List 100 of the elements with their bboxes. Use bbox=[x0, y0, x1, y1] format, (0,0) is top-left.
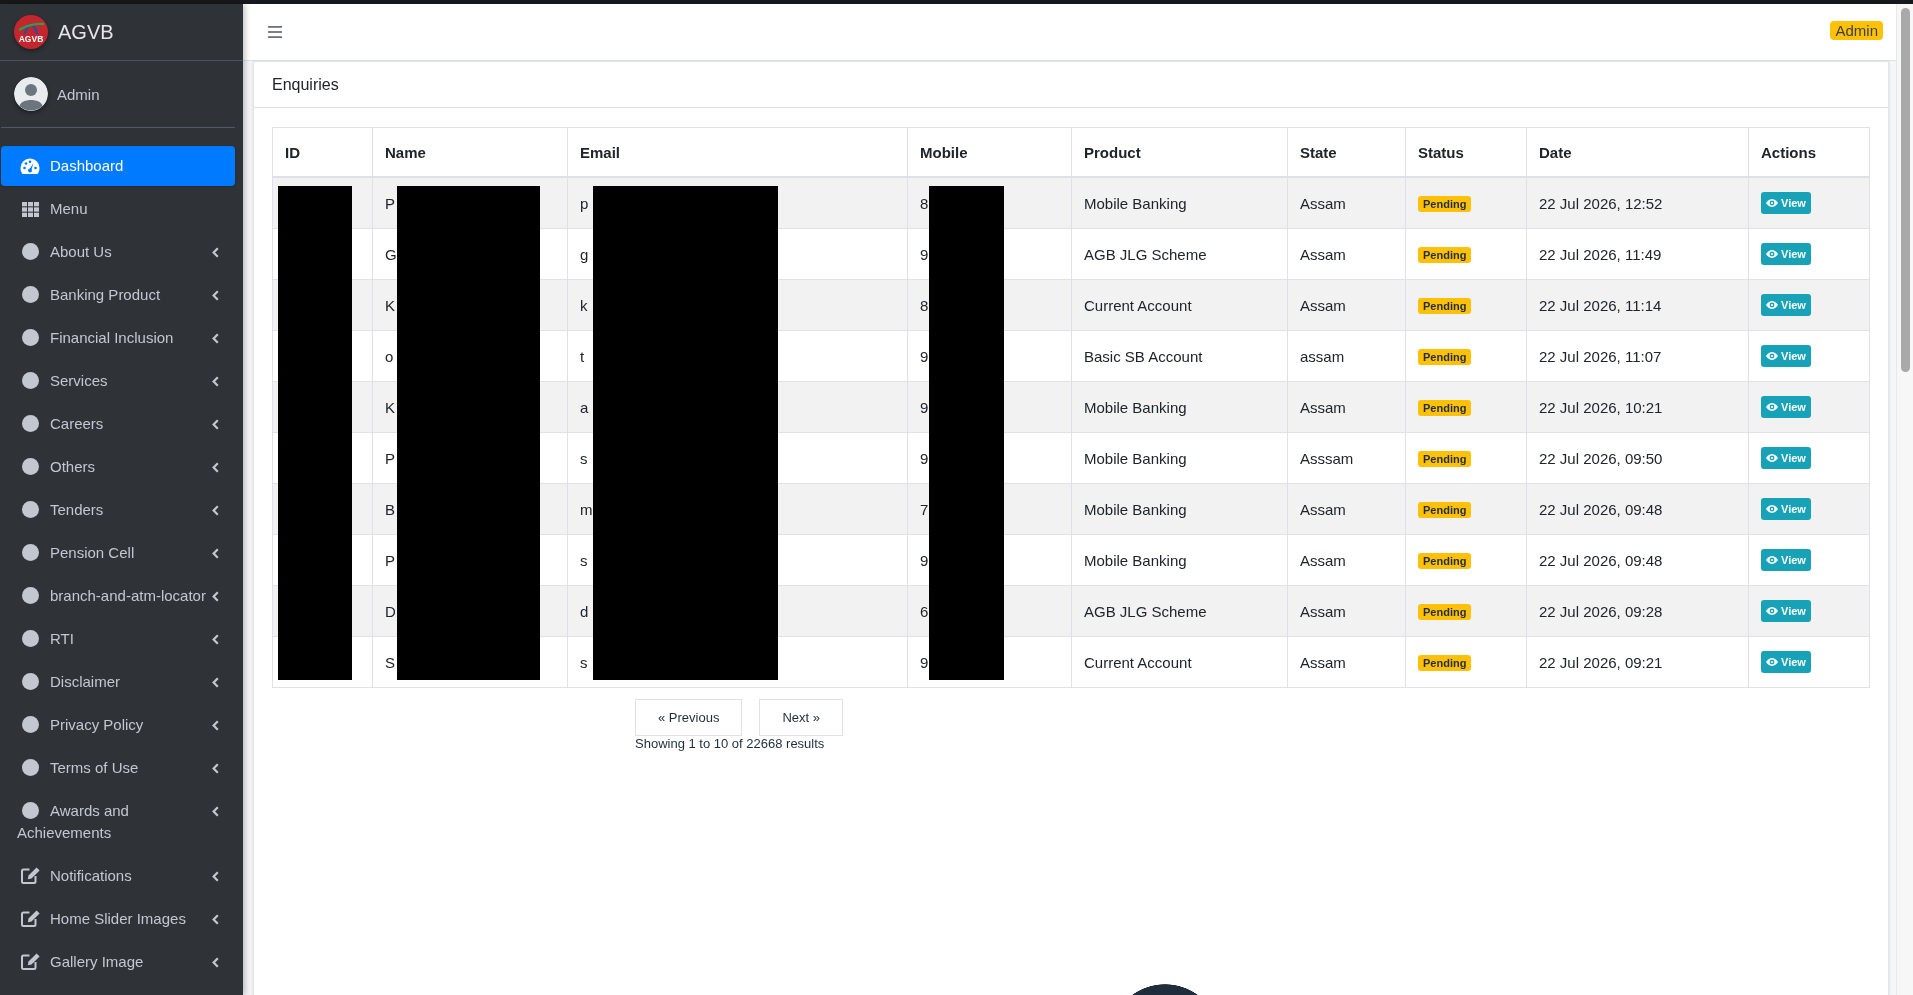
state-text: Assam bbox=[1300, 551, 1346, 569]
circle-icon bbox=[21, 458, 39, 475]
previous-button[interactable]: « Previous bbox=[635, 699, 743, 736]
eye-icon bbox=[1766, 352, 1778, 360]
date-text: 22 Jul 2026, 12:52 bbox=[1539, 194, 1663, 212]
mobile-text: 9 bbox=[920, 347, 929, 365]
edit-icon bbox=[20, 953, 40, 970]
email-text: p bbox=[580, 194, 589, 212]
product-text: AGB JLG Scheme bbox=[1084, 602, 1207, 620]
sidebar-item[interactable]: Gallery Image bbox=[1, 942, 235, 982]
sidebar-item[interactable]: Pension Cell bbox=[1, 533, 235, 573]
sidebar-item[interactable]: RTI bbox=[1, 619, 235, 659]
status-badge: Pending bbox=[1418, 400, 1472, 416]
edit-icon bbox=[20, 867, 40, 884]
state-text: Asssam bbox=[1300, 449, 1354, 467]
status-badge: Pending bbox=[1418, 247, 1472, 263]
circle-icon bbox=[21, 415, 39, 432]
user-name: Admin bbox=[57, 85, 100, 103]
scrollbar-thumb[interactable] bbox=[1901, 8, 1910, 372]
sidebar-item[interactable]: Financial Inclusion bbox=[1, 318, 235, 358]
mobile-text: 9 bbox=[920, 398, 929, 416]
product-text: Current Account bbox=[1084, 296, 1192, 314]
status-badge: Pending bbox=[1418, 349, 1472, 365]
eye-icon bbox=[1766, 301, 1778, 309]
email-text: k bbox=[580, 296, 588, 314]
name-text: D bbox=[385, 602, 396, 620]
state-text: Assam bbox=[1300, 245, 1346, 263]
sidebar-item[interactable]: Terms of Use bbox=[1, 748, 235, 788]
circle-icon bbox=[21, 243, 39, 260]
circle-icon bbox=[21, 544, 39, 561]
mobile-text: 8 bbox=[920, 194, 929, 212]
name-text: o bbox=[385, 347, 394, 365]
product-text: Mobile Banking bbox=[1084, 194, 1187, 212]
state-text: Assam bbox=[1300, 194, 1346, 212]
status-badge: Pending bbox=[1418, 502, 1472, 518]
mobile-text: 9 bbox=[920, 551, 929, 569]
sidebar-item[interactable]: Services bbox=[1, 361, 235, 401]
circle-icon bbox=[21, 759, 39, 776]
sidebar-item[interactable]: Menu bbox=[1, 189, 235, 229]
eye-icon bbox=[1766, 505, 1778, 513]
sidebar-item[interactable]: Banking Product bbox=[1, 275, 235, 315]
circle-icon bbox=[21, 329, 39, 346]
name-text: K bbox=[385, 398, 395, 416]
status-badge: Pending bbox=[1418, 655, 1472, 671]
sidebar-item[interactable]: Awards and Achievements bbox=[1, 791, 235, 853]
date-text: 22 Jul 2026, 09:50 bbox=[1539, 449, 1663, 467]
eye-icon bbox=[1766, 454, 1778, 462]
sidebar-item[interactable]: Dashboard bbox=[1, 146, 235, 186]
menu-icon[interactable] bbox=[268, 26, 282, 38]
product-text: Mobile Banking bbox=[1084, 398, 1187, 416]
email-text: a bbox=[580, 398, 589, 416]
sidebar-item[interactable]: Disclaimer bbox=[1, 662, 235, 702]
circle-icon bbox=[21, 286, 39, 303]
name-text: B bbox=[385, 500, 395, 518]
date-text: 22 Jul 2026, 09:28 bbox=[1539, 602, 1663, 620]
results-summary: Showing 1 to 10 of 22668 results bbox=[635, 736, 825, 752]
sidebar-item[interactable]: Tenders bbox=[1, 490, 235, 530]
name-text: P bbox=[385, 194, 395, 212]
sidebar-item[interactable]: Careers bbox=[1, 404, 235, 444]
sidebar-item[interactable]: Notifications bbox=[1, 856, 235, 896]
email-text: t bbox=[580, 347, 585, 365]
email-text: s bbox=[580, 449, 588, 467]
logo-icon bbox=[14, 15, 48, 49]
status-badge: Pending bbox=[1418, 298, 1472, 314]
product-text: Basic SB Account bbox=[1084, 347, 1203, 365]
brand-name: AGVB bbox=[58, 20, 114, 44]
product-text: Mobile Banking bbox=[1084, 449, 1187, 467]
state-text: assam bbox=[1300, 347, 1345, 365]
email-text: d bbox=[580, 602, 589, 620]
status-badge: Pending bbox=[1418, 451, 1472, 467]
sidebar-item[interactable]: Home Slider Images bbox=[1, 899, 235, 939]
circle-icon bbox=[21, 673, 39, 690]
sidebar-item[interactable]: branch-and-atm-locator bbox=[1, 576, 235, 616]
date-text: 22 Jul 2026, 11:14 bbox=[1539, 296, 1662, 314]
product-text: Current Account bbox=[1084, 653, 1192, 671]
mobile-text: 7 bbox=[920, 500, 929, 518]
name-text: P bbox=[385, 551, 395, 569]
email-text: m bbox=[580, 500, 593, 518]
next-button[interactable]: Next » bbox=[759, 699, 843, 736]
gauge-icon bbox=[20, 158, 40, 174]
grid-icon bbox=[21, 202, 39, 217]
date-text: 22 Jul 2026, 10:21 bbox=[1539, 398, 1663, 416]
status-badge: Pending bbox=[1418, 604, 1472, 620]
sidebar-item[interactable]: About Us bbox=[1, 232, 235, 272]
eye-icon bbox=[1766, 250, 1778, 258]
circle-icon bbox=[21, 587, 39, 604]
eye-icon bbox=[1766, 199, 1778, 207]
name-text: G bbox=[385, 245, 397, 263]
circle-icon bbox=[21, 372, 39, 389]
circle-icon bbox=[21, 630, 39, 647]
product-text: Mobile Banking bbox=[1084, 500, 1187, 518]
date-text: 22 Jul 2026, 09:48 bbox=[1539, 500, 1663, 518]
state-text: Assam bbox=[1300, 296, 1346, 314]
eye-icon bbox=[1766, 403, 1778, 411]
sidebar-item[interactable]: Privacy Policy bbox=[1, 705, 235, 745]
email-text: g bbox=[580, 245, 589, 263]
sidebar-item[interactable]: Others bbox=[1, 447, 235, 487]
card-title: Enquiries bbox=[272, 75, 339, 94]
eye-icon bbox=[1766, 658, 1778, 666]
eye-icon bbox=[1766, 607, 1778, 615]
